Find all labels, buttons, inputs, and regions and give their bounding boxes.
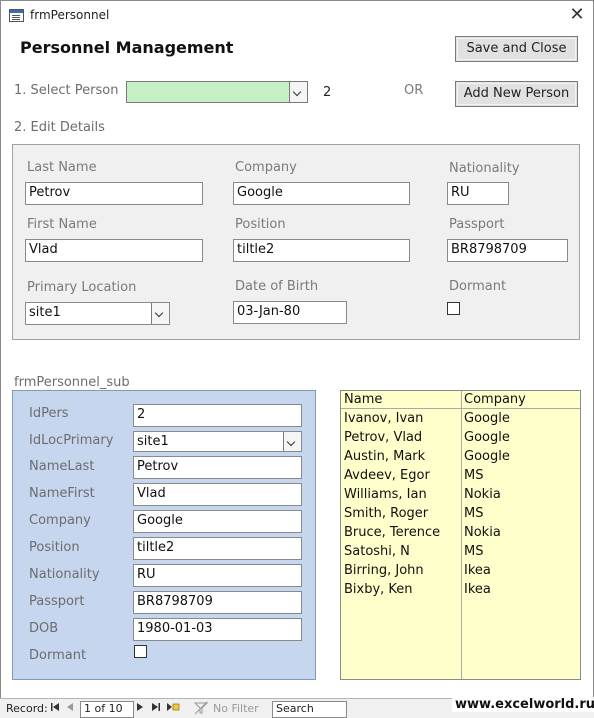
sub-label-idlocprimary: IdLocPrimary: [29, 433, 114, 448]
company-field[interactable]: Google: [233, 182, 410, 205]
sub-label-dob: DOB: [29, 621, 59, 636]
position-field[interactable]: tiltle2: [233, 239, 410, 262]
list-item-company[interactable]: Google: [464, 411, 510, 426]
or-label: OR: [404, 83, 424, 98]
list-item-name[interactable]: Bruce, Terence: [344, 525, 440, 540]
add-new-person-label: Add New Person: [463, 86, 570, 101]
dormant-checkbox[interactable]: [447, 302, 460, 315]
first-name-label: First Name: [27, 217, 97, 232]
primary-location-label: Primary Location: [27, 280, 137, 295]
sub-field-idpers[interactable]: 2: [133, 404, 302, 427]
nationality-label: Nationality: [449, 161, 520, 176]
list-item-name[interactable]: Petrov, Vlad: [344, 430, 422, 445]
save-close-button[interactable]: Save and Close: [455, 36, 578, 62]
list-item-company[interactable]: Google: [464, 430, 510, 445]
list-item-name[interactable]: Austin, Mark: [344, 449, 425, 464]
page-title: Personnel Management: [20, 38, 234, 57]
chevron-down-icon[interactable]: [283, 432, 301, 451]
list-item-name[interactable]: Birring, John: [344, 563, 424, 578]
sub-field-namelast[interactable]: Petrov: [133, 456, 302, 479]
list-item-company[interactable]: MS: [464, 468, 483, 483]
list-item-name[interactable]: Avdeev, Egor: [344, 468, 430, 483]
last-record-icon[interactable]: [151, 701, 161, 716]
form-icon: [9, 9, 24, 22]
sub-label-passport: Passport: [29, 594, 85, 609]
sub-label-nationality: Nationality: [29, 567, 100, 582]
list-item-name[interactable]: Williams, Ian: [344, 487, 427, 502]
previous-record-icon[interactable]: [66, 701, 74, 716]
primary-location-value: site1: [29, 305, 61, 320]
chevron-down-icon[interactable]: [289, 82, 307, 102]
last-name-field[interactable]: Petrov: [25, 182, 203, 205]
sub-label-position: Position: [29, 540, 80, 555]
list-item-company[interactable]: Ikea: [464, 582, 491, 597]
nationality-field[interactable]: RU: [447, 182, 509, 205]
sub-label-namefirst: NameFirst: [29, 486, 95, 501]
passport-label: Passport: [449, 217, 505, 232]
sub-idlocprimary-value: site1: [137, 434, 169, 449]
sub-label-idpers: IdPers: [29, 406, 69, 421]
list-column-divider: [461, 391, 462, 679]
person-listbox[interactable]: Name Company Ivanov, Ivan Google Petrov,…: [340, 390, 581, 680]
sub-label-company: Company: [29, 513, 91, 528]
sub-label-dormant: Dormant: [29, 648, 87, 663]
next-record-icon[interactable]: [136, 701, 144, 716]
first-name-field[interactable]: Vlad: [25, 239, 203, 262]
list-item-name[interactable]: Smith, Roger: [344, 506, 428, 521]
company-label: Company: [235, 160, 297, 175]
position-label: Position: [235, 217, 286, 232]
list-item-name[interactable]: Bixby, Ken: [344, 582, 413, 597]
first-record-icon[interactable]: [50, 701, 60, 716]
filter-icon: [193, 701, 209, 718]
sub-field-idlocprimary[interactable]: site1: [133, 431, 302, 452]
no-filter-label[interactable]: No Filter: [213, 702, 259, 715]
list-item-company[interactable]: Ikea: [464, 563, 491, 578]
window-title: frmPersonnel: [30, 8, 110, 22]
sub-field-nationality[interactable]: RU: [133, 564, 302, 587]
list-item-company[interactable]: MS: [464, 506, 483, 521]
dob-label: Date of Birth: [235, 279, 319, 294]
passport-field[interactable]: BR8798709: [447, 239, 568, 262]
list-header-name: Name: [344, 392, 383, 407]
add-new-person-button[interactable]: Add New Person: [455, 81, 578, 107]
chevron-down-icon[interactable]: [151, 303, 169, 324]
selected-id: 2: [323, 85, 332, 100]
list-header-company: Company: [464, 392, 526, 407]
sub-field-position[interactable]: tiltle2: [133, 537, 302, 560]
record-position-field[interactable]: 1 of 10: [80, 701, 134, 718]
dob-field[interactable]: 03-Jan-80: [233, 301, 347, 324]
sub-field-dob[interactable]: 1980-01-03: [133, 618, 302, 641]
list-item-company[interactable]: Nokia: [464, 487, 501, 502]
list-item-company[interactable]: Nokia: [464, 525, 501, 540]
save-close-label: Save and Close: [466, 41, 567, 56]
close-icon[interactable]: ✕: [566, 4, 588, 26]
list-header-divider: [341, 408, 580, 409]
record-search-input[interactable]: Search: [272, 701, 347, 718]
last-name-label: Last Name: [27, 160, 97, 175]
sub-field-company[interactable]: Google: [133, 510, 302, 533]
new-record-icon[interactable]: [166, 701, 180, 716]
sub-field-namefirst[interactable]: Vlad: [133, 483, 302, 506]
list-item-company[interactable]: Google: [464, 449, 510, 464]
record-label: Record:: [6, 702, 48, 715]
person-combo[interactable]: [126, 81, 308, 103]
select-person-label: 1. Select Person: [14, 83, 119, 98]
subform-caption: frmPersonnel_sub: [14, 375, 130, 390]
sub-label-namelast: NameLast: [29, 459, 95, 474]
sub-dormant-checkbox[interactable]: [134, 645, 147, 658]
list-item-name[interactable]: Satoshi, N: [344, 544, 410, 559]
sub-field-passport[interactable]: BR8798709: [133, 591, 302, 614]
dormant-label: Dormant: [449, 279, 507, 294]
list-item-name[interactable]: Ivanov, Ivan: [344, 411, 423, 426]
primary-location-combo[interactable]: site1: [25, 302, 170, 325]
edit-details-label: 2. Edit Details: [14, 120, 105, 135]
list-item-company[interactable]: MS: [464, 544, 483, 559]
watermark: www.excelworld.ru: [452, 697, 594, 712]
